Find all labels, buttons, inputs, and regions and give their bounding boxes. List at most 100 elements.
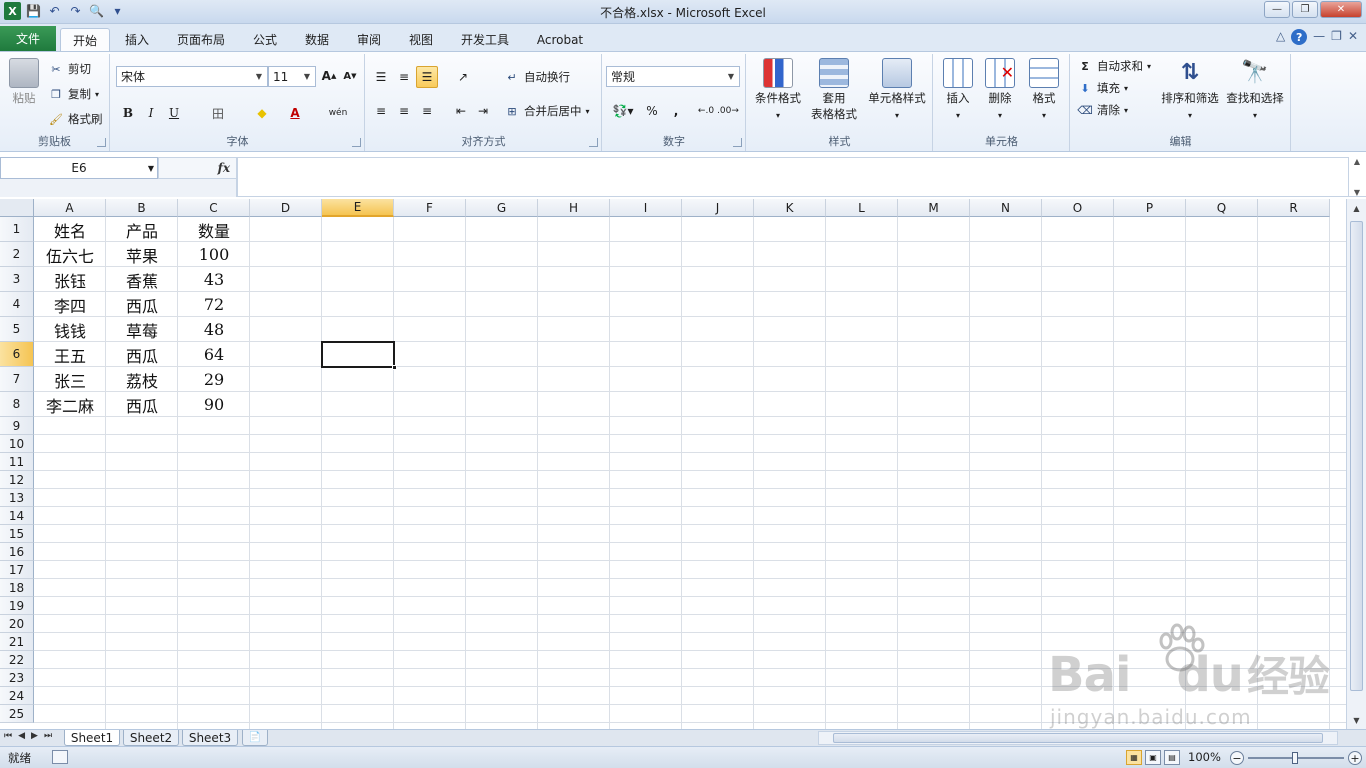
name-box[interactable]: E6 ▼ (0, 157, 158, 179)
select-all-button[interactable] (0, 199, 34, 217)
tab-home[interactable]: 开始 (60, 28, 110, 51)
zoom-in-icon[interactable]: + (1348, 751, 1362, 765)
border-button[interactable]: 田 (207, 102, 229, 124)
cell-c4[interactable]: 72 (178, 292, 250, 317)
cell-b8[interactable]: 西瓜 (106, 392, 178, 417)
scroll-down-icon[interactable]: ▼ (1347, 713, 1366, 727)
currency-button[interactable]: 💱▾ (608, 100, 638, 122)
column-header-e[interactable]: E (322, 199, 394, 217)
autosum-button[interactable]: Σ 自动求和 ▾ (1077, 55, 1151, 77)
row-header-5[interactable]: 5 (0, 317, 34, 342)
number-launcher-icon[interactable] (733, 138, 742, 147)
increase-decimal-button[interactable]: ←.0 (695, 100, 717, 122)
copy-button[interactable]: ❐ 复制 ▾ (48, 83, 99, 105)
cell-b4[interactable]: 西瓜 (106, 292, 178, 317)
orientation-button[interactable]: ↗ (452, 66, 474, 88)
column-header-f[interactable]: F (394, 199, 466, 217)
increase-indent-button[interactable]: ⇥ (472, 100, 494, 122)
row-header-1[interactable]: 1 (0, 217, 34, 242)
row-header-20[interactable]: 20 (0, 615, 34, 633)
cell-c2[interactable]: 100 (178, 242, 250, 267)
font-color-button[interactable]: A (284, 102, 306, 124)
row-header-10[interactable]: 10 (0, 435, 34, 453)
collapse-ribbon-icon[interactable]: △ (1276, 29, 1285, 45)
column-header-r[interactable]: R (1258, 199, 1330, 217)
insert-cells-button[interactable]: 插入 ▾ (938, 58, 978, 124)
row-header-22[interactable]: 22 (0, 651, 34, 669)
doc-minimize-icon[interactable]: — (1313, 29, 1325, 45)
vertical-scroll-thumb[interactable] (1350, 221, 1363, 691)
fill-color-button[interactable]: ◆ (251, 102, 273, 124)
row-header-12[interactable]: 12 (0, 471, 34, 489)
zoom-out-icon[interactable]: − (1230, 751, 1244, 765)
align-middle-button[interactable]: ≡ (393, 66, 415, 88)
row-header-23[interactable]: 23 (0, 669, 34, 687)
row-header-8[interactable]: 8 (0, 392, 34, 417)
column-header-o[interactable]: O (1042, 199, 1114, 217)
row-header-13[interactable]: 13 (0, 489, 34, 507)
sheet-tab-2[interactable]: Sheet2 (123, 730, 179, 746)
tab-data[interactable]: 数据 (296, 28, 338, 51)
cell-a2[interactable]: 伍六七 (34, 242, 106, 267)
column-header-c[interactable]: C (178, 199, 250, 217)
zoom-slider[interactable]: − + (1228, 751, 1362, 765)
formula-expand-icon[interactable]: ▲ ▼ (1350, 157, 1364, 197)
column-header-l[interactable]: L (826, 199, 898, 217)
align-center-button[interactable]: ≡ (393, 100, 415, 122)
row-header-24[interactable]: 24 (0, 687, 34, 705)
sheet-tab-3[interactable]: Sheet3 (182, 730, 238, 746)
row-header-11[interactable]: 11 (0, 453, 34, 471)
cell-a1[interactable]: 姓名 (34, 217, 106, 242)
cell-c7[interactable]: 29 (178, 367, 250, 392)
find-select-button[interactable]: 🔭 查找和选择 ▾ (1223, 58, 1287, 124)
cell-c6[interactable]: 64 (178, 342, 250, 367)
column-header-j[interactable]: J (682, 199, 754, 217)
alignment-launcher-icon[interactable] (589, 138, 598, 147)
normal-view-icon[interactable]: ▦ (1126, 750, 1142, 765)
cell-b5[interactable]: 草莓 (106, 317, 178, 342)
clear-button[interactable]: ⌫ 清除 ▾ (1077, 99, 1128, 121)
cell-c1[interactable]: 数量 (178, 217, 250, 242)
cell-b1[interactable]: 产品 (106, 217, 178, 242)
restore-button[interactable]: ❐ (1292, 1, 1318, 18)
delete-cells-button[interactable]: ✕ 删除 ▾ (980, 58, 1020, 124)
row-header-19[interactable]: 19 (0, 597, 34, 615)
macro-record-icon[interactable] (52, 750, 68, 764)
cut-button[interactable]: ✂ 剪切 (48, 58, 91, 80)
clipboard-launcher-icon[interactable] (97, 138, 106, 147)
cell-b2[interactable]: 苹果 (106, 242, 178, 267)
next-sheet-icon[interactable]: ▶ (31, 731, 38, 741)
cell-c5[interactable]: 48 (178, 317, 250, 342)
page-layout-view-icon[interactable]: ▣ (1145, 750, 1161, 765)
last-sheet-icon[interactable]: ⏭ (44, 731, 52, 741)
tab-developer[interactable]: 开发工具 (452, 28, 518, 51)
column-header-p[interactable]: P (1114, 199, 1186, 217)
number-format-select[interactable]: 常规 ▼ (606, 66, 740, 87)
decrease-indent-button[interactable]: ⇤ (450, 100, 472, 122)
grow-font-button[interactable]: A ▲ (318, 65, 340, 87)
font-launcher-icon[interactable] (352, 138, 361, 147)
align-top-button[interactable]: ☰ (370, 66, 392, 88)
page-break-view-icon[interactable]: ▤ (1164, 750, 1180, 765)
wrap-text-button[interactable]: ↵ 自动换行 (504, 66, 570, 88)
row-header-9[interactable]: 9 (0, 417, 34, 435)
tab-formulas[interactable]: 公式 (244, 28, 286, 51)
font-name-select[interactable]: 宋体 ▼ (116, 66, 268, 87)
row-header-2[interactable]: 2 (0, 242, 34, 267)
percent-button[interactable]: % (641, 100, 663, 122)
row-header-7[interactable]: 7 (0, 367, 34, 392)
row-header-18[interactable]: 18 (0, 579, 34, 597)
paste-button[interactable]: 粘贴 (6, 58, 42, 106)
column-header-g[interactable]: G (466, 199, 538, 217)
doc-close-icon[interactable]: ✕ (1348, 29, 1358, 45)
format-cells-button[interactable]: 格式 ▾ (1024, 58, 1064, 124)
row-header-4[interactable]: 4 (0, 292, 34, 317)
row-header-6[interactable]: 6 (0, 342, 34, 367)
cell-b3[interactable]: 香蕉 (106, 267, 178, 292)
row-header-17[interactable]: 17 (0, 561, 34, 579)
merge-center-button[interactable]: ⊞ 合并后居中 ▾ (504, 100, 589, 122)
column-header-n[interactable]: N (970, 199, 1042, 217)
vertical-scrollbar[interactable]: ▲ ▼ (1346, 199, 1366, 729)
conditional-format-button[interactable]: 条件格式 ▾ (750, 58, 806, 124)
cell-b6[interactable]: 西瓜 (106, 342, 178, 367)
